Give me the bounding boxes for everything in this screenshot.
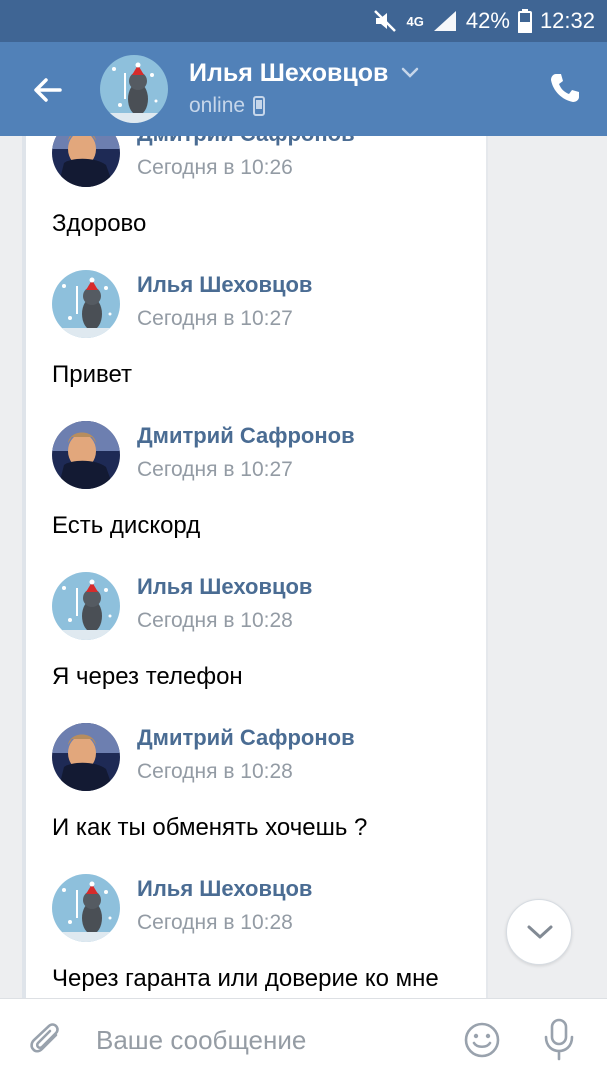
- message-text: И как ты обменять хочешь ?: [52, 814, 368, 841]
- phone-icon[interactable]: [547, 70, 583, 106]
- author-avatar[interactable]: [52, 723, 120, 791]
- network-type: 4G: [406, 13, 424, 29]
- smiley-icon[interactable]: [462, 1020, 502, 1060]
- contact-avatar[interactable]: [100, 55, 168, 123]
- battery-level: 42%: [465, 8, 510, 33]
- message-timestamp: Сегодня в 10:27: [137, 307, 293, 330]
- scroll-down-button[interactable]: [506, 899, 572, 965]
- chat-header: Илья Шеховцов online: [0, 42, 607, 136]
- status-icons: 4G 42% 12:32: [373, 8, 595, 34]
- back-arrow-icon[interactable]: [26, 68, 70, 112]
- author-avatar[interactable]: [52, 572, 120, 640]
- contact-status: online: [189, 94, 266, 118]
- author-name[interactable]: Дмитрий Сафронов: [137, 423, 355, 449]
- author-name[interactable]: Дмитрий Сафронов: [137, 725, 355, 751]
- message-header: Дмитрий Сафронов Сегодня в 10:26: [52, 136, 482, 187]
- message-text: Есть дискорд: [52, 512, 201, 539]
- message-timestamp: Сегодня в 10:28: [137, 760, 293, 783]
- message-header: Илья Шеховцов Сегодня в 10:27: [52, 259, 482, 338]
- message-header: Илья Шеховцов Сегодня в 10:28: [52, 561, 482, 640]
- message-header: Дмитрий Сафронов Сегодня в 10:28: [52, 712, 482, 791]
- chevron-down-icon: [527, 925, 553, 939]
- message-composer: [0, 998, 607, 1080]
- message-text: Привет: [52, 361, 133, 388]
- author-name[interactable]: Илья Шеховцов: [137, 574, 312, 600]
- battery-icon: [517, 9, 532, 33]
- message-history[interactable]: Дмитрий Сафронов Сегодня в 10:26 Здорово Ил…: [0, 136, 607, 998]
- message-input[interactable]: [96, 1023, 436, 1057]
- signal-icon: [433, 11, 456, 31]
- message-timestamp: Сегодня в 10:28: [137, 911, 293, 934]
- microphone-icon[interactable]: [541, 1017, 577, 1061]
- message-header: Илья Шеховцов Сегодня в 10:28: [52, 863, 482, 942]
- author-avatar[interactable]: [52, 874, 120, 942]
- paperclip-icon[interactable]: [28, 1021, 68, 1061]
- author-name[interactable]: Илья Шеховцов: [137, 272, 312, 298]
- message-timestamp: Сегодня в 10:27: [137, 458, 293, 481]
- mobile-phone-icon: [253, 96, 266, 116]
- author-avatar[interactable]: [52, 270, 120, 338]
- author-avatar[interactable]: [52, 136, 120, 187]
- message-text: Я через телефон: [52, 663, 243, 690]
- chevron-down-icon[interactable]: [400, 66, 420, 80]
- status-bar: 4G 42% 12:32: [0, 0, 607, 42]
- contact-name[interactable]: Илья Шеховцов: [189, 59, 388, 88]
- message-header: Дмитрий Сафронов Сегодня в 10:27: [52, 410, 482, 489]
- raccoon-avatar-image: [100, 55, 168, 123]
- message-timestamp: Сегодня в 10:28: [137, 609, 293, 632]
- author-name[interactable]: Дмитрий Сафронов: [137, 136, 355, 147]
- author-name[interactable]: Илья Шеховцов: [137, 876, 312, 902]
- mute-icon: [373, 10, 396, 32]
- author-avatar[interactable]: [52, 421, 120, 489]
- message-timestamp: Сегодня в 10:26: [137, 156, 293, 179]
- clock: 12:32: [539, 8, 595, 33]
- status-text: online: [189, 94, 246, 117]
- message-text: Здорово: [52, 210, 147, 237]
- message-list: Дмитрий Сафронов Сегодня в 10:26 Здорово Ил…: [52, 136, 482, 998]
- message-text: Через гаранта или доверие ко мне: [52, 965, 439, 992]
